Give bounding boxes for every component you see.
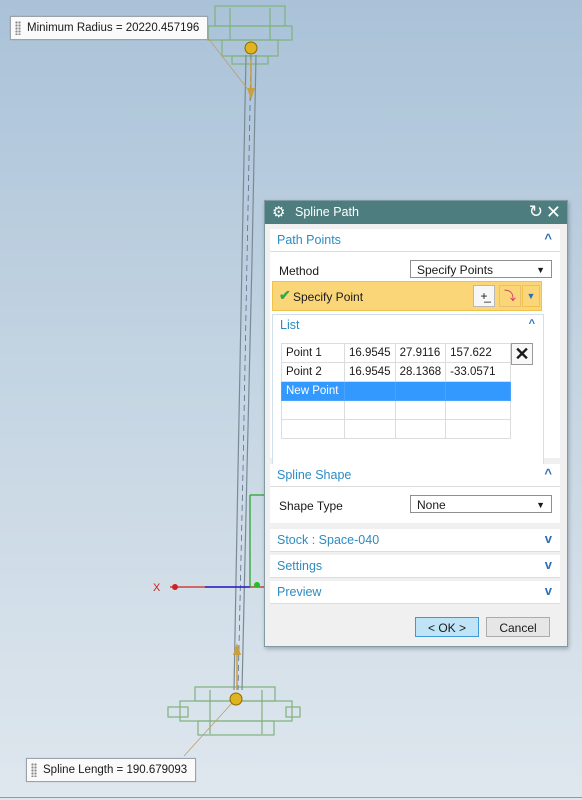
list-title: List — [280, 318, 300, 332]
shape-type-label: Shape Type — [279, 499, 343, 513]
table-cell: Point 2 — [281, 362, 345, 382]
drag-grip-icon[interactable] — [15, 21, 21, 35]
table-cell: Point 1 — [281, 343, 345, 363]
spline-length-text: Spline Length = 190.679093 — [43, 764, 188, 776]
preview-header[interactable]: Preview v — [270, 581, 560, 604]
table-row[interactable] — [281, 419, 512, 439]
table-cell: 16.9545 — [344, 343, 396, 363]
minimum-radius-callout[interactable]: Minimum Radius = 20220.457196 — [10, 16, 209, 40]
table-cell — [394, 381, 447, 401]
specify-point-row[interactable]: ✔ Specify Point +̲ ⤵ ▼ — [272, 281, 542, 311]
shape-type-select[interactable]: None ▼ — [410, 495, 552, 513]
path-points-panel: Method Specify Points ▼ ✔ Specify Point … — [270, 252, 560, 466]
start-point-marker — [244, 41, 258, 55]
method-label: Method — [279, 264, 320, 278]
table-cell: 16.9545 — [344, 362, 396, 382]
specify-point-label: Specify Point — [293, 290, 364, 304]
end-point-marker — [229, 692, 243, 706]
table-cell: 157.622 — [445, 343, 512, 363]
inferred-point-icon[interactable]: ⤵ — [499, 285, 521, 307]
table-row-selected[interactable]: New Point — [281, 381, 512, 401]
x-axis-label: X — [153, 582, 161, 594]
dropdown-arrow-icon: ▼ — [536, 500, 545, 510]
point-type-dropdown-icon[interactable]: ▼ — [522, 285, 540, 307]
points-table: Point 1 16.9545 27.9116 157.622 Point 2 … — [281, 343, 512, 439]
stock-header[interactable]: Stock : Space-040 v — [270, 529, 560, 552]
chevron-up-icon[interactable]: ^ — [544, 231, 552, 246]
cancel-button[interactable]: Cancel — [486, 617, 550, 637]
chevron-up-icon[interactable]: ^ — [529, 318, 535, 330]
drag-grip-icon[interactable] — [31, 763, 37, 777]
reset-icon[interactable]: ↻ — [529, 202, 543, 222]
path-points-title: Path Points — [277, 233, 341, 247]
preview-title: Preview — [277, 585, 322, 599]
table-cell: 27.9116 — [394, 343, 447, 363]
dropdown-arrow-icon: ▼ — [536, 265, 545, 275]
dialog-titlebar[interactable]: ⚙ Spline Path ↻ ✕ — [265, 201, 567, 224]
dialog-title: Spline Path — [295, 205, 359, 219]
shape-type-value: None — [417, 498, 446, 512]
spline-length-callout[interactable]: Spline Length = 190.679093 — [26, 758, 197, 782]
spline-shape-panel: Shape Type None ▼ — [270, 487, 560, 523]
table-row[interactable]: Point 2 16.9545 28.1368 -33.0571 — [281, 362, 512, 382]
point-dialog-button[interactable]: +̲ — [473, 285, 495, 307]
chevron-down-icon[interactable]: v — [545, 583, 552, 598]
spline-tube — [233, 54, 257, 691]
axis-triad — [170, 494, 265, 590]
path-points-header[interactable]: Path Points ^ — [270, 229, 560, 252]
chevron-down-icon[interactable]: v — [545, 531, 552, 546]
spline-shape-title: Spline Shape — [277, 468, 352, 482]
table-cell: 28.1368 — [394, 362, 447, 382]
checkmark-icon: ✔ — [279, 287, 291, 303]
table-cell — [445, 381, 512, 401]
table-row[interactable] — [281, 400, 512, 420]
status-divider — [0, 797, 582, 798]
spline-path-dialog: ⚙ Spline Path ↻ ✕ Path Points ^ Method S… — [264, 200, 568, 647]
chevron-up-icon[interactable]: ^ — [544, 466, 552, 481]
top-fixture — [207, 5, 293, 65]
settings-title: Settings — [277, 559, 323, 573]
ok-button[interactable]: < OK > — [415, 617, 479, 637]
stock-title: Stock : Space-040 — [277, 533, 380, 547]
close-icon[interactable]: ✕ — [546, 201, 561, 223]
method-value: Specify Points — [417, 263, 494, 277]
gear-icon: ⚙ — [272, 204, 286, 221]
table-cell — [344, 381, 396, 401]
table-cell: -33.0571 — [445, 362, 512, 382]
spline-shape-header[interactable]: Spline Shape ^ — [270, 464, 560, 487]
chevron-down-icon[interactable]: v — [545, 557, 552, 572]
point-list-box: List ^ Point 1 16.9545 27.9116 157.622 P… — [272, 314, 544, 466]
settings-header[interactable]: Settings v — [270, 555, 560, 578]
delete-icon[interactable]: ✕ — [511, 343, 533, 365]
table-row[interactable]: Point 1 16.9545 27.9116 157.622 — [281, 343, 512, 363]
method-select[interactable]: Specify Points ▼ — [410, 260, 552, 278]
table-cell: New Point — [281, 381, 345, 401]
minimum-radius-text: Minimum Radius = 20220.457196 — [27, 22, 200, 34]
